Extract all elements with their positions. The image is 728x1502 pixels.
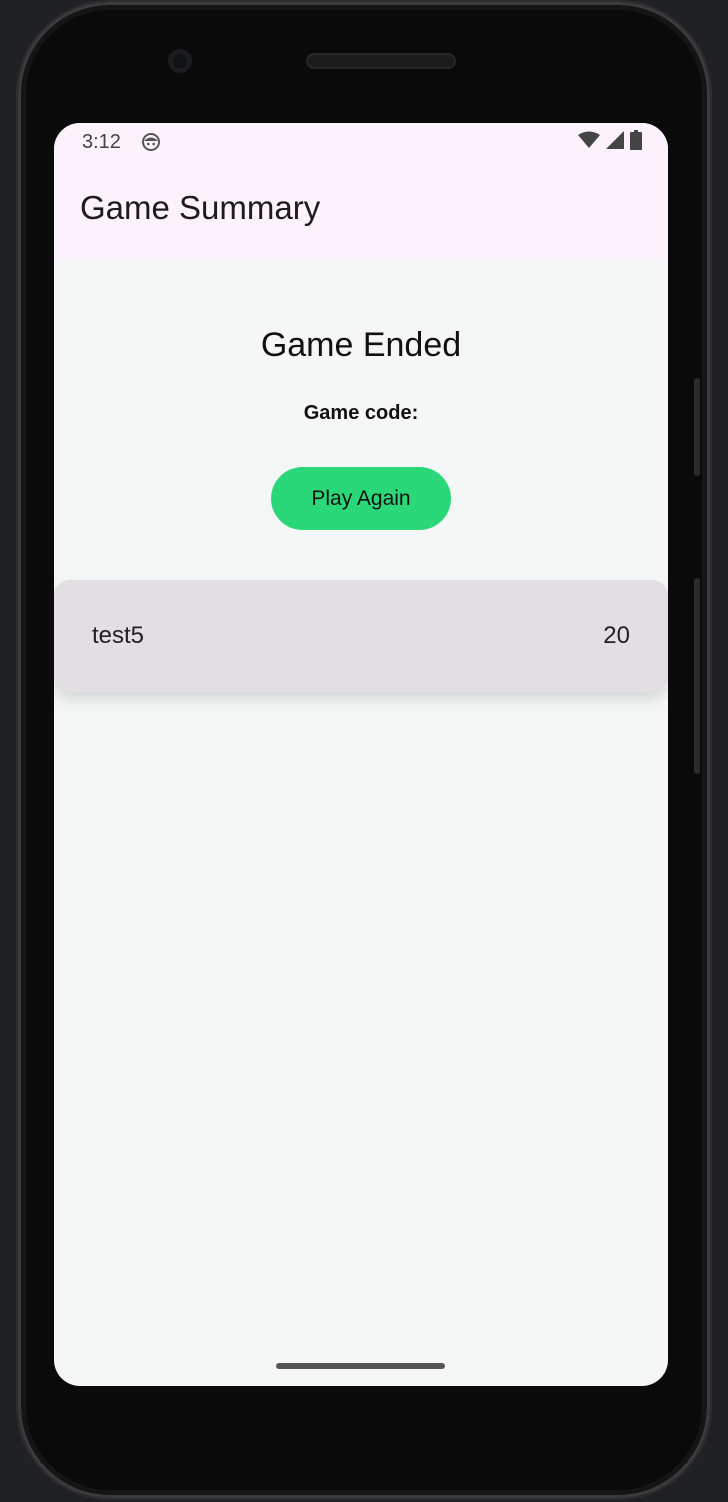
game-ended-heading: Game Ended [260,326,462,364]
status-icons [578,129,642,155]
front-camera [168,49,192,73]
earpiece-speaker [306,53,456,69]
home-gesture-bar[interactable] [276,1363,445,1369]
power-button [694,578,700,774]
player-score: 20 [603,622,630,649]
notification-face-icon [141,132,161,152]
volume-button [694,378,700,476]
status-time: 3:12 [82,131,121,153]
wifi-icon [578,131,600,154]
top-app-bar: 3:12 Game Summary [54,123,668,261]
list-item: test5 20 [54,580,668,692]
app-bar-title: Game Summary [80,189,321,226]
play-again-button[interactable]: Play Again [271,467,451,530]
game-code-label: Game code: [303,402,419,424]
player-name: test5 [92,622,145,649]
cell-signal-icon [606,130,624,154]
app-screen: 3:12 Game Summary Game Ended Game code: … [54,123,668,1386]
status-bar: 3:12 [54,123,668,163]
battery-icon [630,129,642,155]
